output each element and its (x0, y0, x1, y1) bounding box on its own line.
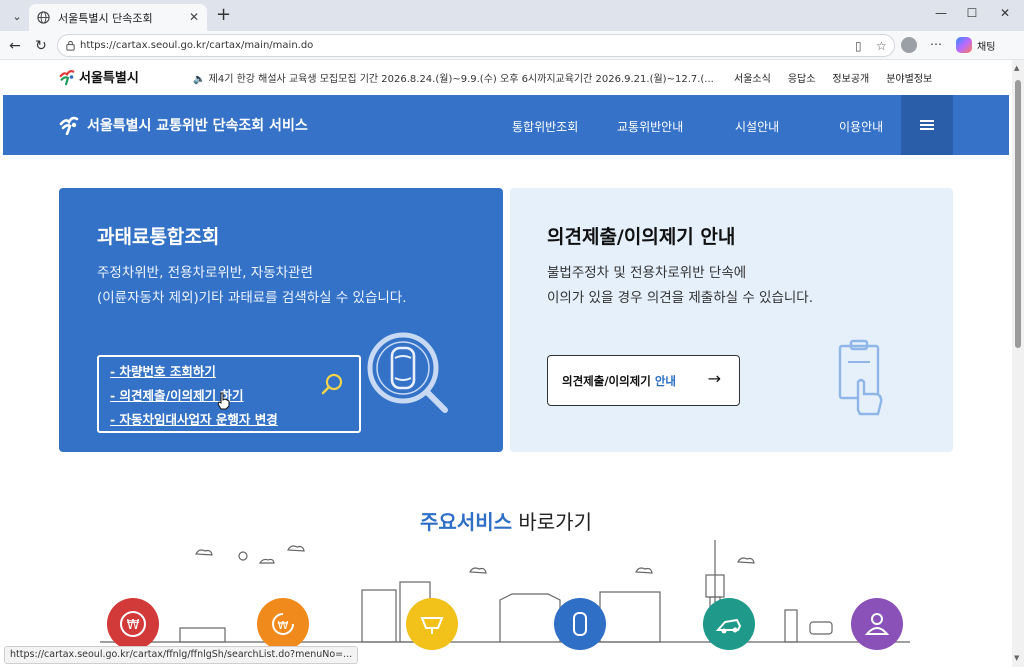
copilot-icon[interactable] (956, 37, 972, 53)
utility-bar: 서울특별시 🔈 제4기 한강 해설사 교육생 모집모집 기간 2026.8.24… (0, 60, 1012, 95)
seoul-logo-text: 서울특별시 (79, 71, 139, 86)
address-bar: ← ↻ https://cartax.seoul.go.kr/cartax/ma… (0, 31, 1024, 60)
svg-text:₩: ₩ (127, 618, 140, 633)
megaphone-icon: 🔈 (193, 74, 206, 85)
won-coin-icon: ₩ (120, 611, 146, 637)
objection-desc-line2: 이의가 있을 경우 의견을 제출하실 수 있습니다. (547, 290, 814, 306)
copilot-chat-label[interactable]: 채팅 (977, 38, 995, 53)
scroll-up-icon[interactable]: ▲ (1014, 64, 1019, 72)
service-vehicle-lookup-button[interactable] (554, 598, 606, 650)
user-icon (864, 613, 890, 635)
util-link-info-disclosure[interactable]: 정보공개 (832, 70, 869, 85)
window-close-icon[interactable]: ✕ (995, 6, 1015, 20)
scroll-down-icon[interactable]: ▼ (1014, 654, 1019, 662)
objection-guide-card: 의견제출/이의제기 안내 불법주정차 및 전용차로위반 단속에 이의가 있을 경… (510, 188, 953, 452)
fine-lookup-description: 주정차위반, 전용차로위반, 자동차관련 (이륜자동차 제외)기타 과태료를 검… (97, 261, 407, 311)
service-cctv-button[interactable] (406, 598, 458, 650)
objection-guide-title: 의견제출/이의제기 안내 (547, 226, 736, 248)
notice-text: 제4기 한강 해설사 교육생 모집모집 기간 2026.8.24.(월)~9.9… (208, 74, 713, 85)
won-refund-icon: ₩ (272, 613, 294, 635)
page-scrollbar[interactable]: ▲ ▼ (1012, 60, 1024, 667)
hamburger-menu-button[interactable] (901, 95, 953, 155)
site-header: 서울특별시 교통위반 단속조회 서비스 통합위반조회 교통위반안내 시설안내 이… (3, 95, 1009, 155)
service-towing-button[interactable] (703, 598, 755, 650)
fine-lookup-links: - 차량번호 조회하기 - 의견제출/이의제기 하기 - 자동차임대사업자 운행… (97, 355, 361, 433)
profile-avatar[interactable] (901, 37, 917, 53)
minimize-icon[interactable]: — (931, 6, 951, 20)
tab-title: 서울특별시 단속조회 (58, 11, 153, 25)
browser-tab[interactable]: 서울특별시 단속조회 ✕ (29, 4, 207, 31)
page-viewport: 서울특별시 🔈 제4기 한강 해설사 교육생 모집모집 기간 2026.8.24… (0, 60, 1012, 667)
service-my-page-button[interactable] (851, 598, 903, 650)
fine-lookup-card: 과태료통합조회 주정차위반, 전용차로위반, 자동차관련 (이륜자동차 제외)기… (59, 188, 503, 452)
tow-car-icon (715, 618, 742, 634)
service-refund-button[interactable]: ₩ (257, 598, 309, 650)
globe-icon (37, 11, 50, 24)
maximize-icon[interactable]: ☐ (962, 6, 982, 20)
objection-guide-button[interactable]: 의견제출/이의제기 안내 → (547, 355, 740, 406)
fine-lookup-desc-line1: 주정차위반, 전용차로위반, 자동차관련 (97, 265, 313, 281)
site-info-icon[interactable] (65, 40, 76, 51)
url-text: https://cartax.seoul.go.kr/cartax/main/m… (80, 40, 314, 51)
link-status-bar: https://cartax.seoul.go.kr/cartax/ffnlg/… (4, 646, 359, 664)
browser-tab-bar: ⌄ 서울특별시 단속조회 ✕ + — ☐ ✕ (0, 0, 1024, 31)
reader-mode-icon[interactable]: ▯ (855, 39, 862, 53)
arrow-right-icon: → (707, 369, 721, 388)
link-vehicle-number-lookup[interactable]: - 차량번호 조회하기 (110, 361, 216, 380)
util-link-field-info[interactable]: 분야별정보 (886, 70, 932, 85)
svg-text:₩: ₩ (278, 619, 289, 632)
util-link-eungdapso[interactable]: 응답소 (788, 70, 816, 85)
seoul-logo-mark-icon (59, 69, 75, 85)
close-icon[interactable]: ✕ (189, 10, 199, 24)
notice-ticker[interactable]: 🔈 제4기 한강 해설사 교육생 모집모집 기간 2026.8.24.(월)~9… (193, 70, 713, 85)
car-top-icon (573, 612, 587, 636)
clipboard-hand-icon (838, 339, 883, 416)
site-brand[interactable]: 서울특별시 교통위반 단속조회 서비스 (59, 115, 308, 135)
chevron-down-icon: ⌄ (12, 9, 22, 23)
objection-guide-description: 불법주정차 및 전용차로위반 단속에 이의가 있을 경우 의견을 제출하실 수 … (547, 261, 813, 311)
nav-facility-guide[interactable]: 시설안내 (735, 118, 779, 135)
fine-lookup-title: 과태료통합조회 (97, 226, 220, 248)
scrollbar-thumb[interactable] (1015, 80, 1021, 348)
hand-cursor-icon (217, 392, 230, 410)
site-brand-title: 서울특별시 교통위반 단속조회 서비스 (87, 118, 308, 134)
objection-button-text: 의견제출/이의제기 (562, 373, 651, 388)
search-icon (321, 373, 343, 395)
more-options-icon[interactable]: ⋯ (930, 37, 943, 51)
nav-integrated-violation[interactable]: 통합위반조회 (512, 118, 578, 135)
back-icon[interactable]: ← (5, 36, 25, 56)
objection-button-accent: 안내 (654, 373, 677, 388)
nav-usage-guide[interactable]: 이용안내 (839, 118, 883, 135)
objection-desc-line1: 불법주정차 및 전용차로위반 단속에 (547, 265, 747, 281)
cctv-camera-icon (420, 617, 444, 634)
fine-lookup-desc-line2: (이륜자동차 제외)기타 과태료를 검색하실 수 있습니다. (97, 290, 407, 306)
tab-list-button[interactable]: ⌄ (7, 6, 27, 26)
utility-links: 서울소식 응답소 정보공개 분야별정보 (734, 70, 932, 85)
new-tab-button[interactable]: + (216, 5, 231, 25)
url-field[interactable]: https://cartax.seoul.go.kr/cartax/main/m… (57, 34, 895, 57)
seoul-logo[interactable]: 서울특별시 (58, 67, 139, 86)
favorite-star-icon[interactable]: ☆ (876, 39, 887, 53)
link-rental-operator-change[interactable]: - 자동차임대사업자 운행자 변경 (110, 409, 278, 428)
util-link-news[interactable]: 서울소식 (734, 70, 771, 85)
hamburger-icon (920, 118, 934, 132)
car-magnifier-icon (367, 332, 448, 413)
brand-logo-icon (59, 116, 79, 135)
nav-traffic-violation-guide[interactable]: 교통위반안내 (617, 118, 683, 135)
reload-icon[interactable]: ↻ (31, 36, 51, 56)
service-fine-payment-button[interactable]: ₩ (107, 598, 159, 650)
